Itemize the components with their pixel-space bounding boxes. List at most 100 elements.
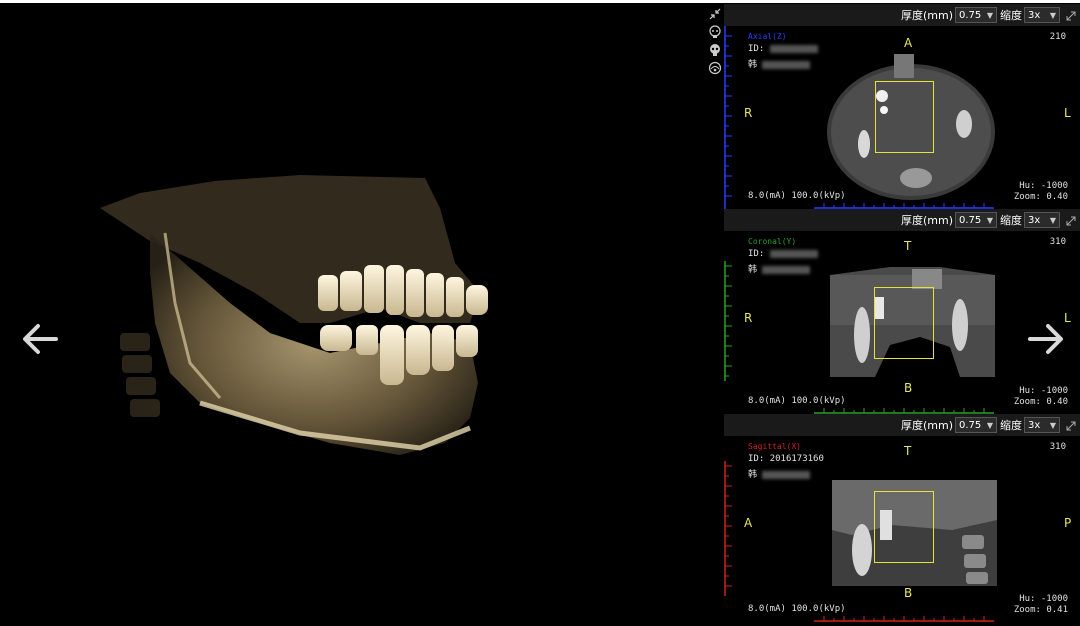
axial-viewport[interactable]: Axial(Z) ID: 韩 210 A P R L 8.0(mA) 100.0… (724, 26, 1080, 209)
redacted-id (769, 249, 818, 258)
orientation-right: L (1064, 106, 1071, 120)
collapse-icon[interactable] (708, 6, 722, 20)
zoom-label: 缩度 (1000, 9, 1022, 22)
orientation-top: A (904, 36, 913, 50)
thickness-value: 0.75 (959, 214, 982, 226)
zoom-select[interactable]: 3x ▼ (1024, 212, 1060, 228)
arrow-left-icon[interactable] (18, 317, 62, 361)
id-value: 2016173160 (769, 454, 824, 464)
coronal-patient-id: ID: (748, 249, 818, 259)
sagittal-vertical-ruler (724, 461, 732, 596)
orientation-top: T (904, 444, 912, 458)
thickness-select[interactable]: 0.75 ▼ (955, 212, 997, 228)
axial-patient-id: ID: (748, 44, 818, 54)
sagittal-panel: 厚度(mm) 0.75 ▼ 缩度 3x ▼ Sagittal(X) ID: 2016… (724, 414, 1080, 622)
chevron-down-icon: ▼ (1049, 215, 1056, 225)
id-label: ID: (748, 44, 765, 54)
id-label: ID: (748, 249, 765, 259)
redacted-id (769, 44, 818, 53)
zoom-readout: Zoom: 0.40 (1013, 397, 1068, 407)
axial-vertical-ruler (724, 26, 732, 209)
orientation-left: R (744, 106, 753, 120)
zoom-readout: Zoom: 0.40 (1013, 192, 1068, 202)
prev-arrow[interactable] (18, 317, 62, 361)
sagittal-patient-id: ID: 2016173160 (748, 454, 824, 464)
axial-roi-box[interactable] (875, 81, 934, 153)
coronal-roi-box[interactable] (874, 287, 934, 359)
hu-value: Hu: -1000 (1019, 594, 1068, 604)
orientation-left: R (744, 311, 753, 325)
sagittal-horizontal-ruler (814, 616, 994, 622)
thickness-label: 厚度(mm) (900, 9, 953, 22)
thickness-value: 0.75 (959, 9, 982, 21)
hu-value: Hu: -1000 (1019, 181, 1068, 191)
coronal-slice-number: 310 (1049, 237, 1066, 247)
sagittal-patient-name: 韩 (748, 467, 811, 480)
axial-title: Axial(Z) (748, 32, 787, 41)
zoom-value: 3x (1028, 214, 1041, 226)
zoom-label: 缩度 (1000, 214, 1022, 227)
axial-toolbar: 厚度(mm) 0.75 ▼ 缩度 3x ▼ (724, 4, 1080, 26)
arrow-right-icon[interactable] (1024, 317, 1068, 361)
orientation-bottom: B (904, 586, 913, 600)
chevron-down-icon: ▼ (986, 10, 993, 20)
coronal-patient-name: 韩 (748, 262, 811, 275)
coronal-panel: 厚度(mm) 0.75 ▼ 缩度 3x ▼ Coronal(Y) ID: 韩 310… (724, 209, 1080, 414)
redacted-name (762, 265, 811, 274)
zoom-label: 缩度 (1000, 419, 1022, 432)
redacted-name (762, 60, 811, 69)
thickness-label: 厚度(mm) (900, 214, 953, 227)
axial-patient-name: 韩 (748, 57, 811, 70)
hu-value: Hu: -1000 (1019, 386, 1068, 396)
axial-exposure: 8.0(mA) 100.0(kVp) (748, 191, 846, 201)
next-arrow[interactable] (1024, 317, 1068, 361)
zoom-select[interactable]: 3x ▼ (1024, 7, 1060, 23)
name-value: 韩 (748, 265, 758, 275)
sagittal-viewport[interactable]: Sagittal(X) ID: 2016173160 韩 310 T B A P… (724, 436, 1080, 622)
chevron-down-icon: ▼ (1049, 10, 1056, 20)
chevron-down-icon: ▼ (986, 420, 993, 430)
sagittal-slice-number: 310 (1049, 442, 1066, 452)
coronal-vertical-ruler (724, 261, 732, 381)
coronal-viewport[interactable]: Coronal(Y) ID: 韩 310 T B R L 8.0(mA) 100… (724, 231, 1080, 414)
sagittal-exposure: 8.0(mA) 100.0(kVp) (748, 604, 846, 614)
expand-icon[interactable] (1064, 213, 1078, 227)
zoom-value: 3x (1028, 9, 1041, 21)
skull-3d-render[interactable] (0, 3, 704, 622)
orientation-right: P (1064, 516, 1072, 530)
orientation-top: T (904, 239, 912, 253)
coronal-horizontal-ruler (814, 408, 994, 414)
view-tool-column (706, 6, 724, 78)
sagittal-readout: Hu: -1000 Zoom: 0.41 (1014, 594, 1068, 616)
expand-icon[interactable] (1064, 418, 1078, 432)
sagittal-toolbar: 厚度(mm) 0.75 ▼ 缩度 3x ▼ (724, 414, 1080, 436)
zoom-select[interactable]: 3x ▼ (1024, 417, 1060, 433)
axial-panel: 厚度(mm) 0.75 ▼ 缩度 3x ▼ Axial(Z) ID: 韩 210 A… (724, 4, 1080, 209)
id-label: ID: (748, 454, 765, 464)
expand-icon[interactable] (1064, 8, 1078, 22)
coronal-title: Coronal(Y) (748, 237, 797, 246)
zoom-value: 3x (1028, 419, 1041, 431)
axial-readout: Hu: -1000 Zoom: 0.40 (1014, 181, 1068, 203)
redacted-name (762, 470, 811, 479)
name-value: 韩 (748, 60, 758, 70)
skull-front-icon[interactable] (708, 24, 722, 38)
thickness-select[interactable]: 0.75 ▼ (955, 417, 997, 433)
thickness-label: 厚度(mm) (900, 419, 953, 432)
orientation-bottom: B (904, 381, 913, 395)
coronal-readout: Hu: -1000 Zoom: 0.40 (1014, 386, 1068, 408)
thickness-select[interactable]: 0.75 ▼ (955, 7, 997, 23)
orientation-left: A (744, 516, 753, 530)
skull-side-icon[interactable] (708, 42, 722, 56)
sagittal-roi-box[interactable] (874, 491, 934, 563)
axial-horizontal-ruler (814, 203, 994, 209)
coronal-toolbar: 厚度(mm) 0.75 ▼ 缩度 3x ▼ (724, 209, 1080, 231)
3d-volume-view[interactable] (0, 3, 704, 622)
chevron-down-icon: ▼ (1049, 420, 1056, 430)
axial-slice-number: 210 (1049, 32, 1066, 42)
skull-top-icon[interactable] (708, 60, 722, 75)
chevron-down-icon: ▼ (986, 215, 993, 225)
name-value: 韩 (748, 470, 758, 480)
zoom-readout: Zoom: 0.41 (1013, 605, 1068, 615)
sagittal-title: Sagittal(X) (748, 442, 801, 451)
